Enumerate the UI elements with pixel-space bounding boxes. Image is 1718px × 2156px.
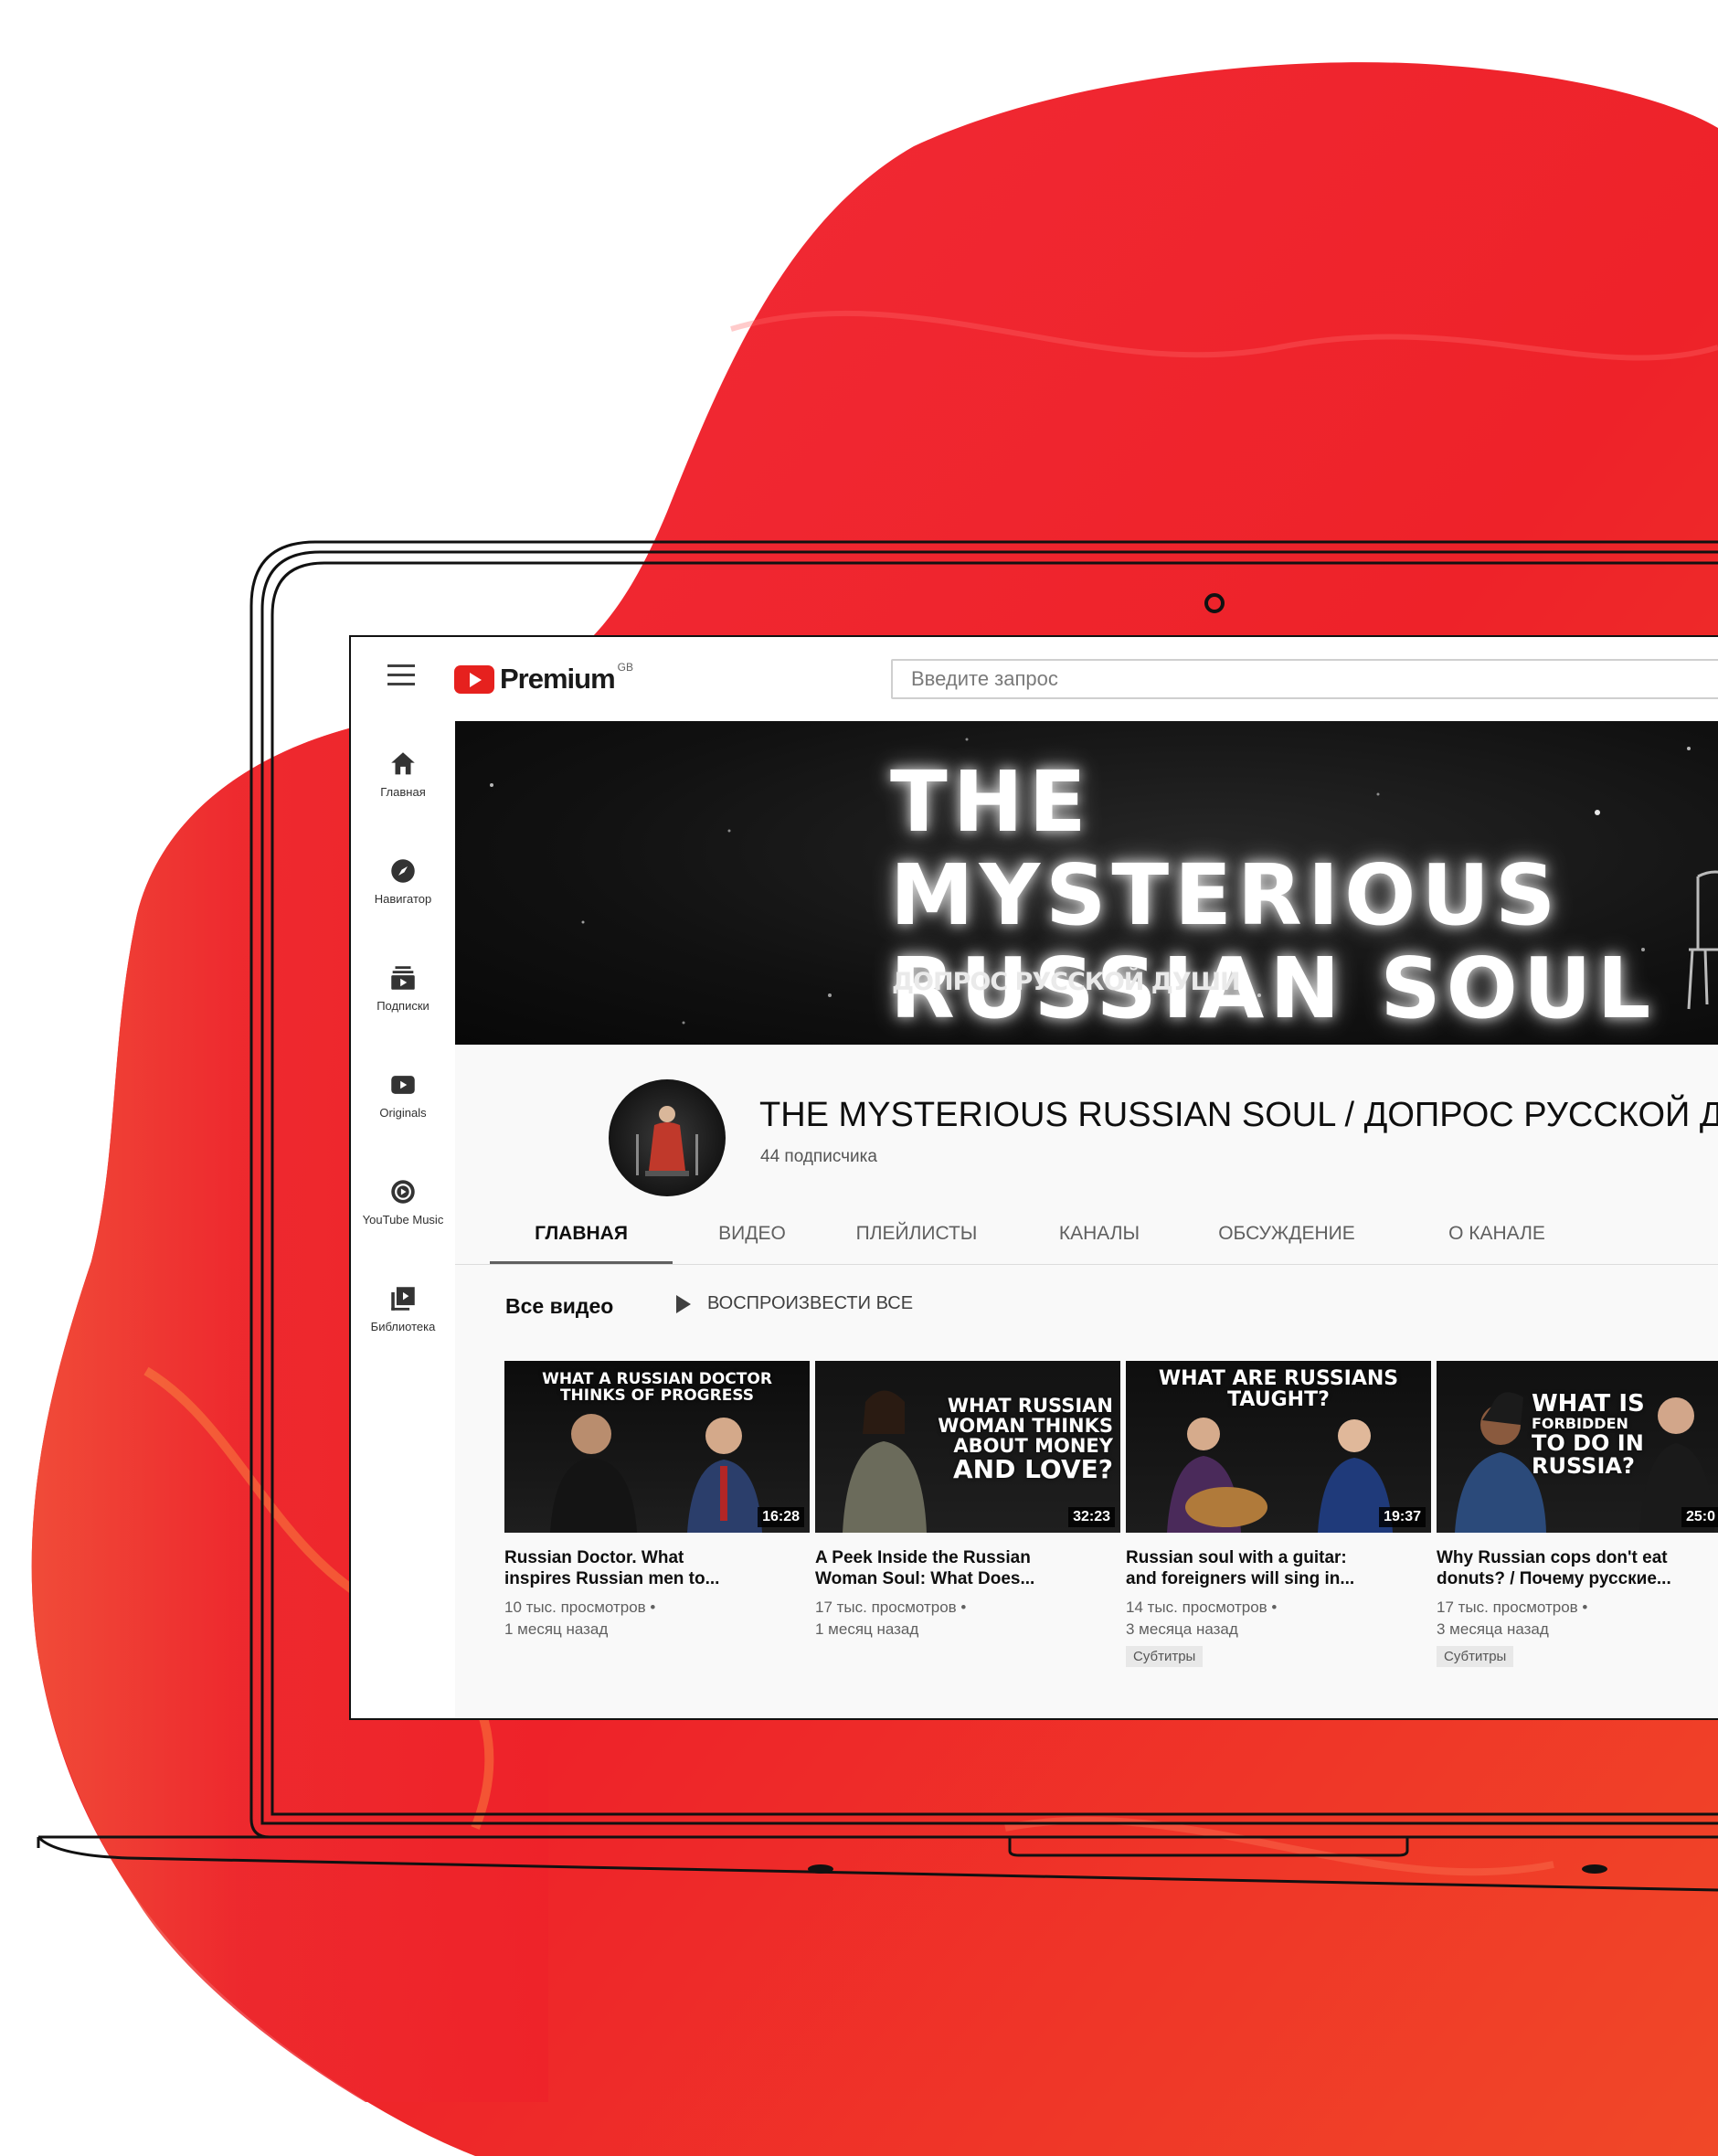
thumbnail-caption-line: WHAT IS bbox=[1532, 1390, 1645, 1418]
avatar-figure bbox=[636, 1106, 698, 1176]
view-count: 17 тыс. просмотров • bbox=[1437, 1598, 1588, 1616]
sidebar-item-label: Подписки bbox=[376, 999, 430, 1013]
video-title[interactable]: Russian Doctor. What inspires Russian me… bbox=[504, 1547, 810, 1589]
channel-name: THE MYSTERIOUS RUSSIAN SOUL / ДОПРОС РУС… bbox=[759, 1096, 1718, 1134]
subscriptions-icon bbox=[391, 966, 415, 990]
play-all-button[interactable]: ВОСПРОИЗВЕСТИ ВСЕ bbox=[676, 1293, 913, 1314]
compass-icon bbox=[391, 859, 415, 883]
video-title-line: and foreigners will sing in... bbox=[1126, 1569, 1355, 1588]
thumbnail-caption-line: WHAT ARE RUSSIANS bbox=[1158, 1367, 1399, 1390]
video-title-line: A Peek Inside the Russian bbox=[815, 1548, 1031, 1567]
youtube-premium-logo[interactable]: Premium GB bbox=[454, 661, 634, 696]
channel-tabs: ГЛАВНАЯ ВИДЕО ПЛЕЙЛИСТЫ КАНАЛЫ ОБСУЖДЕНИ… bbox=[455, 1204, 1718, 1264]
sidebar-item-music[interactable]: YouTube Music bbox=[351, 1176, 455, 1227]
search-input[interactable] bbox=[893, 661, 1718, 697]
video-title-line: Why Russian cops don't eat bbox=[1437, 1548, 1668, 1567]
upload-age: 1 месяц назад bbox=[815, 1620, 919, 1638]
video-card[interactable]: WHAT IS FORBIDDEN TO DO IN RUSSIA? 25:0 … bbox=[1437, 1361, 1718, 1667]
library-icon bbox=[391, 1287, 415, 1311]
thumbnail-caption-line: TO DO IN bbox=[1532, 1430, 1644, 1457]
top-bar: Premium GB bbox=[351, 637, 1718, 721]
view-count: 17 тыс. просмотров • bbox=[815, 1598, 967, 1616]
originals-icon bbox=[391, 1076, 415, 1094]
laptop-screen: Premium GB Главная Навигатор Подписки Or… bbox=[351, 637, 1718, 1718]
thumbnail-caption: WHAT IS FORBIDDEN TO DO IN RUSSIA? bbox=[1532, 1390, 1650, 1480]
upload-age: 3 месяца назад bbox=[1437, 1620, 1549, 1638]
video-duration: 32:23 bbox=[1068, 1507, 1115, 1527]
sidebar-item-label: Навигатор bbox=[374, 892, 432, 906]
banner-title-line: THE MYSTERIOUS bbox=[890, 753, 1562, 944]
sidebar-item-explore[interactable]: Навигатор bbox=[351, 855, 455, 906]
video-meta: 10 тыс. просмотров • 1 месяц назад bbox=[504, 1597, 810, 1641]
video-title-line: Russian soul with a guitar: bbox=[1126, 1548, 1347, 1567]
sidebar: Главная Навигатор Подписки Originals You… bbox=[351, 721, 455, 1718]
thumbnail-caption: WHAT RUSSIAN WOMAN THINKS ABOUT MONEY AN… bbox=[934, 1396, 1113, 1483]
section-title[interactable]: Все видео bbox=[505, 1294, 613, 1319]
video-title[interactable]: Russian soul with a guitar: and foreigne… bbox=[1126, 1547, 1431, 1589]
thumbnail-caption-line: ABOUT MONEY bbox=[953, 1435, 1113, 1458]
video-title-line: Woman Soul: What Does... bbox=[815, 1569, 1035, 1588]
video-duration: 25:0 bbox=[1681, 1507, 1718, 1527]
video-meta: 14 тыс. просмотров • 3 месяца назад bbox=[1126, 1597, 1431, 1641]
thumbnail-caption-line: AND LOVE? bbox=[952, 1454, 1113, 1485]
upload-age: 3 месяца назад bbox=[1126, 1620, 1238, 1638]
upload-age: 1 месяц назад bbox=[504, 1620, 609, 1638]
channel-banner: THE MYSTERIOUS RUSSIAN SOUL ДОПРОС РУССК… bbox=[455, 721, 1718, 1045]
video-title-line: donuts? / Почему русские... bbox=[1437, 1569, 1671, 1588]
video-title[interactable]: Why Russian cops don't eat donuts? / Поч… bbox=[1437, 1547, 1718, 1589]
sidebar-item-home[interactable]: Главная bbox=[351, 749, 455, 799]
video-title[interactable]: A Peek Inside the Russian Woman Soul: Wh… bbox=[815, 1547, 1120, 1589]
subscriber-count: 44 подписчика bbox=[760, 1147, 877, 1166]
youtube-logo-icon bbox=[454, 664, 494, 694]
chair-graphic bbox=[1687, 870, 1718, 1010]
thumbnail-caption-line: WOMAN THINKS bbox=[938, 1415, 1113, 1438]
tab-discussion[interactable]: ОБСУЖДЕНИЕ bbox=[1186, 1204, 1387, 1264]
video-title-line: Russian Doctor. What bbox=[504, 1548, 684, 1567]
music-icon bbox=[391, 1180, 415, 1204]
video-duration: 16:28 bbox=[758, 1507, 804, 1527]
thumbnail-caption: WHAT ARE RUSSIANS TAUGHT? bbox=[1126, 1368, 1431, 1410]
video-thumbnail[interactable]: WHAT RUSSIAN WOMAN THINKS ABOUT MONEY AN… bbox=[815, 1361, 1120, 1533]
tab-videos[interactable]: ВИДЕО bbox=[697, 1204, 807, 1264]
logo-region: GB bbox=[617, 661, 634, 674]
video-card[interactable]: WHAT ARE RUSSIANS TAUGHT? 19:37 Russian … bbox=[1126, 1361, 1431, 1667]
search-box[interactable] bbox=[891, 659, 1718, 699]
sidebar-item-label: YouTube Music bbox=[362, 1213, 444, 1227]
play-icon bbox=[676, 1294, 691, 1313]
sidebar-item-label: Originals bbox=[379, 1106, 427, 1120]
banner-subtitle: ДОПРОС РУССКОЙ ДУШИ bbox=[892, 968, 1241, 996]
sidebar-item-label: Главная bbox=[380, 785, 426, 799]
video-thumbnail[interactable]: WHAT ARE RUSSIANS TAUGHT? 19:37 bbox=[1126, 1361, 1431, 1533]
sidebar-item-library[interactable]: Библиотека bbox=[351, 1283, 455, 1333]
video-meta: 17 тыс. просмотров • 3 месяца назад bbox=[1437, 1597, 1718, 1641]
sidebar-item-originals[interactable]: Originals bbox=[351, 1069, 455, 1120]
thumbnail-caption-line: RUSSIA? bbox=[1532, 1453, 1635, 1480]
video-duration: 19:37 bbox=[1379, 1507, 1426, 1527]
tab-channels[interactable]: КАНАЛЫ bbox=[1035, 1204, 1163, 1264]
menu-icon[interactable] bbox=[387, 664, 415, 686]
tabs-divider bbox=[455, 1264, 1718, 1265]
video-thumbnail[interactable]: WHAT IS FORBIDDEN TO DO IN RUSSIA? 25:0 bbox=[1437, 1361, 1718, 1533]
video-thumbnail[interactable]: WHAT A RUSSIAN DOCTOR THINKS OF PROGRESS… bbox=[504, 1361, 810, 1533]
view-count: 14 тыс. просмотров • bbox=[1126, 1598, 1278, 1616]
view-count: 10 тыс. просмотров • bbox=[504, 1598, 656, 1616]
sidebar-item-subscriptions[interactable]: Подписки bbox=[351, 962, 455, 1013]
sidebar-item-label: Библиотека bbox=[370, 1320, 436, 1333]
video-meta: 17 тыс. просмотров • 1 месяц назад bbox=[815, 1597, 1120, 1641]
tab-about[interactable]: О КАНАЛЕ bbox=[1415, 1204, 1579, 1264]
main-content: THE MYSTERIOUS RUSSIAN SOUL ДОПРОС РУССК… bbox=[455, 721, 1718, 1718]
channel-avatar[interactable] bbox=[609, 1079, 726, 1196]
play-all-label: ВОСПРОИЗВЕСТИ ВСЕ bbox=[707, 1293, 914, 1313]
tab-home[interactable]: ГЛАВНАЯ bbox=[490, 1204, 673, 1264]
thumbnail-caption-line: WHAT RUSSIAN bbox=[947, 1395, 1113, 1417]
logo-text: Premium bbox=[500, 663, 616, 695]
video-title-line: inspires Russian men to... bbox=[504, 1569, 720, 1588]
video-card[interactable]: WHAT A RUSSIAN DOCTOR THINKS OF PROGRESS… bbox=[504, 1361, 810, 1641]
home-icon bbox=[391, 752, 415, 775]
video-card[interactable]: WHAT RUSSIAN WOMAN THINKS ABOUT MONEY AN… bbox=[815, 1361, 1120, 1641]
tab-playlists[interactable]: ПЛЕЙЛИСТЫ bbox=[830, 1204, 1003, 1264]
subtitles-badge: Субтитры bbox=[1126, 1646, 1204, 1667]
subtitles-badge: Субтитры bbox=[1437, 1646, 1514, 1667]
